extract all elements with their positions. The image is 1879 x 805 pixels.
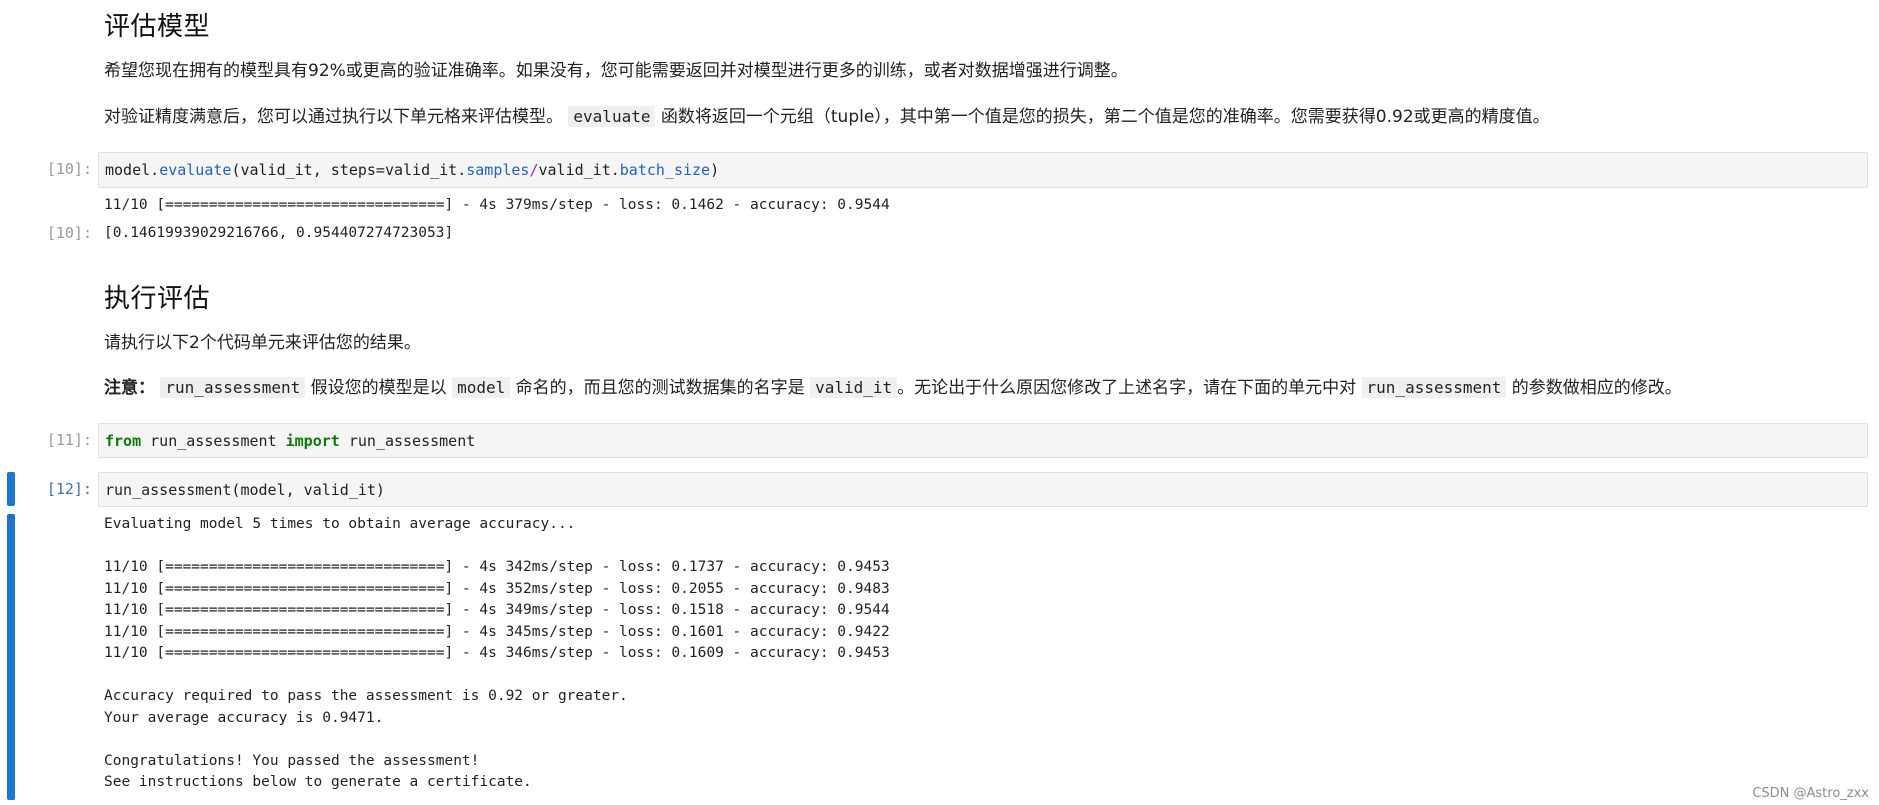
output-prompt-10: [10]: [46, 224, 92, 242]
markdown-cell-evaluate-model[interactable]: 评估模型 [104, 6, 1859, 43]
note-label: 注意： [104, 378, 155, 398]
heading-run-assessment: 执行评估 [104, 284, 211, 314]
code-cell-11-editor[interactable]: from run_assessment import run_assessmen… [98, 423, 1868, 458]
markdown-cell-run-assessment[interactable]: 执行评估 [104, 278, 1859, 315]
inline-code-valid-it: valid_it [810, 377, 898, 398]
input-prompt-10: [10]: [46, 160, 92, 178]
input-prompt-12: [12]: [46, 480, 92, 498]
inline-code-run-assessment: run_assessment [160, 377, 306, 398]
cell-10-result: [0.14619939029216766, 0.954407274723053] [104, 225, 454, 241]
input-prompt-11: [11]: [46, 431, 92, 449]
paragraph-note: 注意： run_assessment 假设您的模型是以 model 命名的，而且… [104, 377, 1682, 398]
inline-code-evaluate: evaluate [568, 106, 656, 127]
active-cell-output-indicator[interactable] [7, 514, 15, 800]
cell-12-output: Evaluating model 5 times to obtain avera… [104, 516, 890, 790]
heading-evaluate-model: 评估模型 [104, 12, 211, 42]
code-cell-12-editor[interactable]: run_assessment(model, valid_it) [98, 472, 1868, 507]
paragraph-accuracy-goal: 希望您现在拥有的模型具有92%或更高的验证准确率。如果没有，您可能需要返回并对模… [104, 61, 1128, 81]
watermark: CSDN @Astro_zxx [1752, 786, 1869, 801]
inline-code-run-assessment-2: run_assessment [1361, 377, 1507, 398]
paragraph-evaluate-instructions: 对验证精度满意后，您可以通过执行以下单元格来评估模型。 evaluate 函数将… [104, 106, 1550, 127]
code-cell-10-editor[interactable]: model. evaluate (valid_it, steps=valid_it.… [98, 152, 1868, 188]
paragraph-run-two-cells: 请执行以下2个代码单元来评估您的结果。 [104, 333, 421, 353]
inline-code-model: model [452, 377, 511, 398]
cell-10-stream-output: 11/10 [================================]… [104, 197, 890, 213]
